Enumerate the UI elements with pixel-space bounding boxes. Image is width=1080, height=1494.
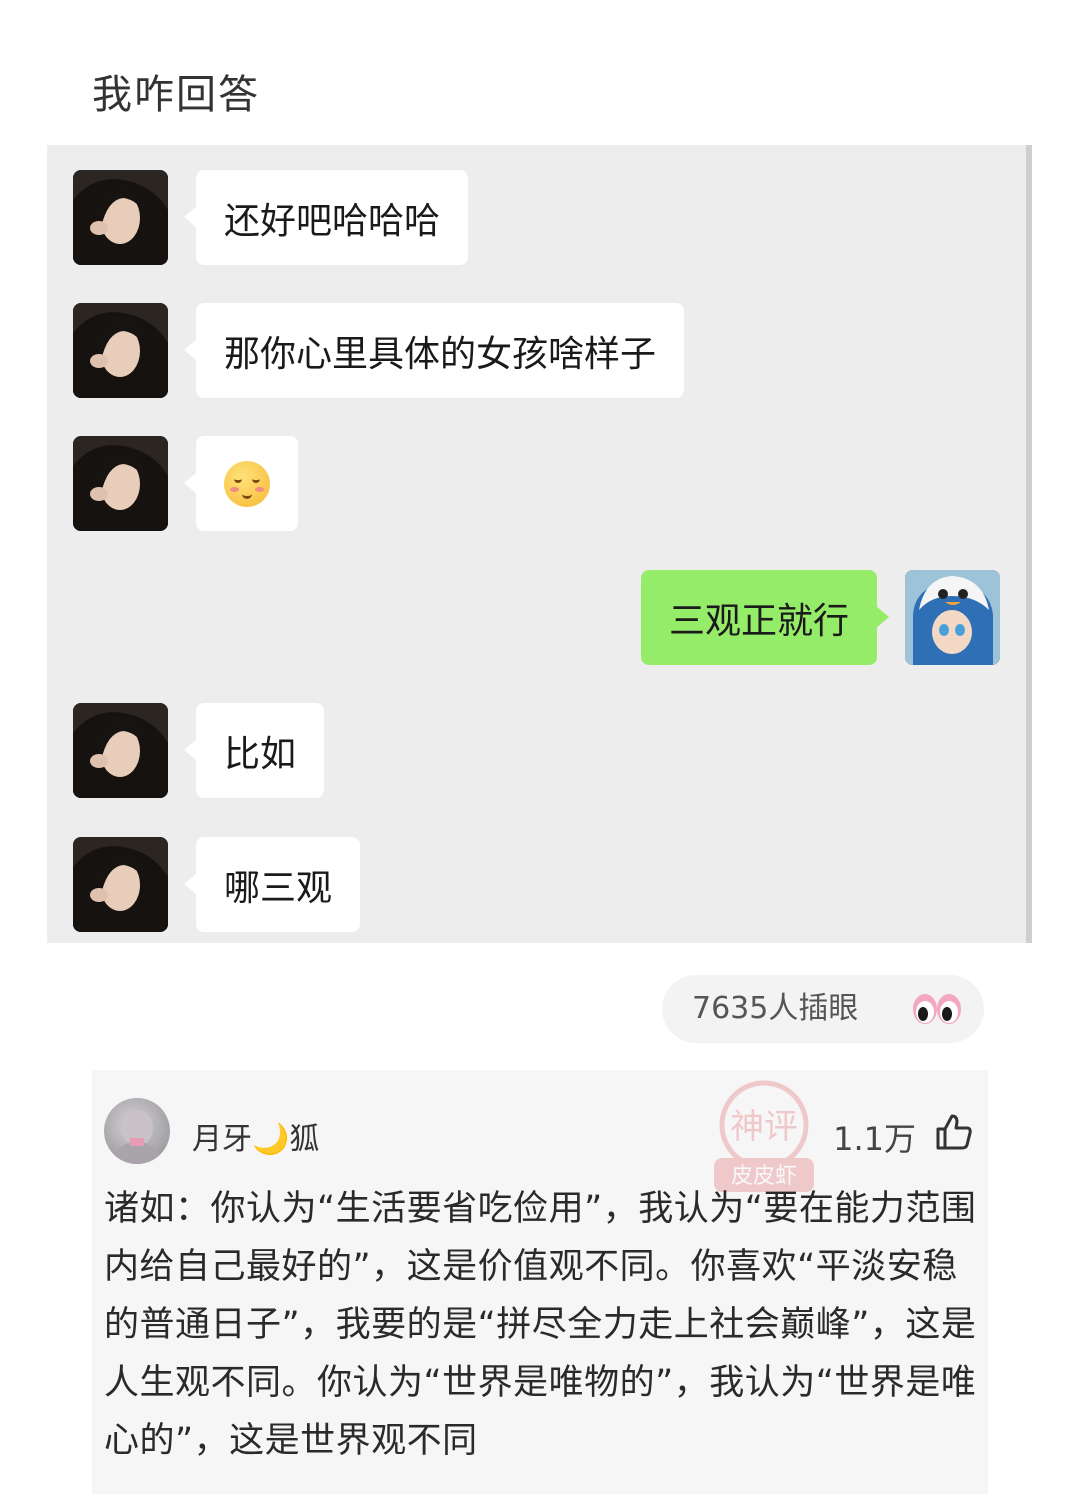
contact-avatar[interactable] [73,703,168,798]
contact-avatar[interactable] [73,837,168,932]
comment-text: 诸如：你认为“生活要省吃俭用”，我认为“要在能力范围内给自己最好的”，这是价值观… [104,1189,977,1461]
smiling-face-with-blush-emoji [224,460,270,507]
like-count: 1.1万 [833,1120,916,1158]
contact-avatar[interactable] [73,303,168,398]
message-bubble[interactable]: 还好吧哈哈哈 [183,170,469,265]
view-count-label: 7635人插眼 [692,991,859,1026]
view-count-button[interactable]: 7635人插眼 [662,975,984,1043]
contact-avatar[interactable] [73,170,168,265]
message-bubble[interactable]: 那你心里具体的女孩啥样子 [183,303,685,398]
message-bubble[interactable]: 哪三观 [183,837,361,932]
chat-message-received: 哪三观 [73,837,361,932]
my-avatar[interactable] [905,570,1000,665]
commenter-avatar[interactable] [104,1098,170,1164]
message-bubble[interactable]: 三观正就行 [640,570,890,665]
thumbs-up-icon[interactable] [934,1112,974,1152]
contact-avatar[interactable] [73,436,168,531]
message-bubble[interactable] [184,436,298,531]
post-title: 我咋回答 [92,72,260,118]
chat-message-received: 那你心里具体的女孩啥样子 [73,303,685,398]
moon-emoji: 🌙 [252,1122,290,1157]
chat-message-received: 还好吧哈哈哈 [73,170,469,265]
chat-screenshot: 还好吧哈哈哈 那你心里具体的女孩啥样子 三观正就行 比如 哪三观 [47,145,1032,943]
commenter-name-text: 月牙 [192,1122,252,1157]
chat-message-received [73,436,298,531]
message-bubble[interactable]: 比如 [183,703,325,798]
eyes-icon [913,994,961,1024]
watermark-title: 神评 [730,1107,798,1147]
commenter-name-suffix: 狐 [289,1122,320,1157]
chat-message-received: 比如 [73,703,325,798]
chat-message-sent: 三观正就行 [640,570,1000,665]
commenter-name[interactable]: 月牙🌙狐 [192,1114,319,1158]
top-comment: 神评 皮皮虾 月牙🌙狐 1.1万 诸如：你认为“生活要省吃俭用”，我认为“要在能… [92,1070,988,1494]
